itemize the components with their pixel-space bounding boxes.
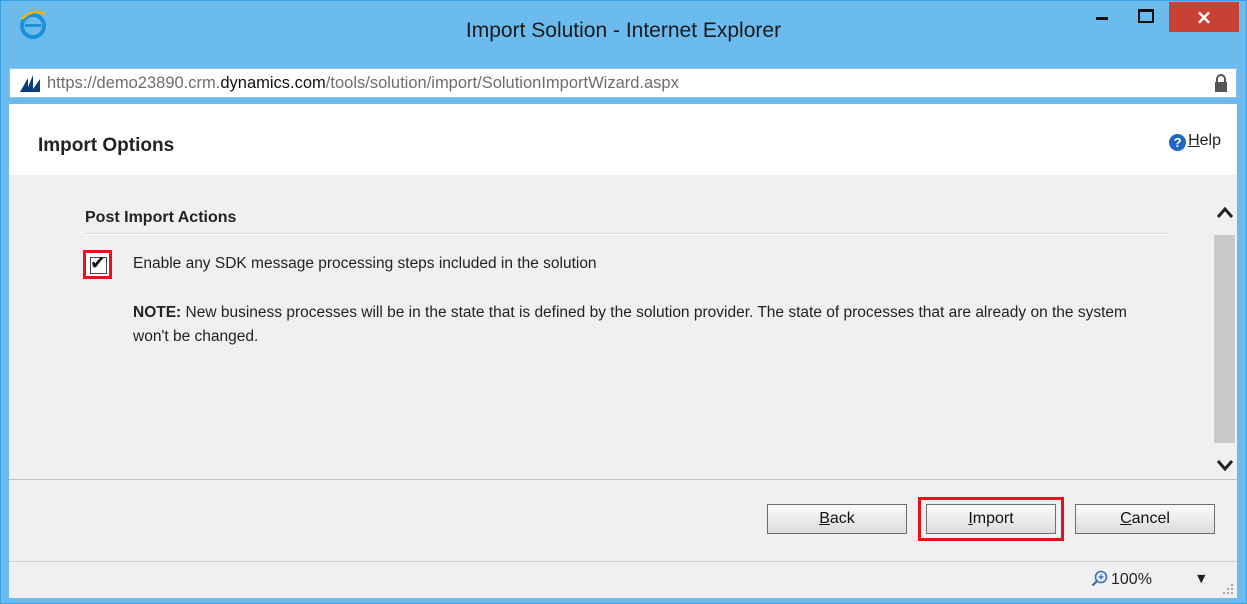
note-bold: NOTE: [133, 304, 182, 321]
chevron-up-icon[interactable] [1215, 203, 1235, 223]
import-highlight: Import [918, 497, 1064, 541]
dialog-footer: Back Import Cancel [9, 479, 1237, 562]
help-icon: ? [1169, 134, 1187, 151]
minimize-icon [1096, 17, 1108, 20]
section-title: Post Import Actions [85, 209, 237, 226]
dialog-header: Import Options ? Help [9, 104, 1237, 175]
import-button[interactable]: Import [926, 504, 1056, 534]
zoom-control[interactable]: 100% [1091, 570, 1152, 589]
import-button-label: Import [968, 510, 1014, 527]
zoom-dropdown-icon[interactable]: ▼ [1197, 572, 1205, 585]
checkbox-label[interactable]: Enable any SDK message processing steps … [133, 255, 597, 273]
enable-sdk-steps-checkbox[interactable]: ✔ [90, 252, 107, 274]
minimize-button[interactable] [1083, 1, 1121, 33]
vertical-scrollbar[interactable] [1212, 193, 1237, 479]
url-domain: dynamics.com [220, 74, 326, 92]
status-bar: 100% ▼ [9, 561, 1237, 598]
options-panel: Post Import Actions ✔ Enable any SDK mes… [9, 175, 1237, 479]
zoom-level: 100% [1111, 571, 1152, 588]
cancel-button-label: Cancel [1120, 510, 1170, 527]
url-text[interactable]: https://demo23890.crm.dynamics.com/tools… [47, 74, 679, 93]
address-bar[interactable]: https://demo23890.crm.dynamics.com/tools… [9, 68, 1237, 98]
note-body: New business processes will be in the st… [133, 304, 1127, 345]
back-button-label: Back [819, 510, 855, 527]
checkmark-icon: ✔ [90, 252, 106, 274]
title-bar: Import Solution - Internet Explorer × [1, 1, 1246, 63]
help-label-rest: elp [1199, 132, 1221, 149]
cancel-button[interactable]: Cancel [1075, 504, 1215, 534]
maximize-button[interactable] [1126, 1, 1164, 33]
scrollbar-thumb[interactable] [1214, 235, 1235, 443]
window-title: Import Solution - Internet Explorer [465, 19, 782, 42]
back-button[interactable]: Back [767, 504, 907, 534]
maximize-icon [1138, 9, 1154, 23]
note-text: NOTE: New business processes will be in … [133, 301, 1133, 349]
lock-icon [1215, 74, 1227, 92]
close-icon: × [1195, 5, 1213, 29]
help-label: H [1188, 132, 1200, 149]
page-title: Import Options [38, 135, 175, 156]
zoom-icon [1091, 570, 1108, 587]
resize-grip-icon[interactable] [1223, 584, 1233, 594]
checkbox-highlight: ✔ [83, 250, 112, 279]
section-divider [85, 233, 1167, 235]
url-path: /tools/solution/import/SolutionImportWiz… [325, 74, 679, 92]
dynamics-icon [20, 75, 40, 92]
url-prefix: https://demo23890.crm. [47, 74, 221, 92]
close-button[interactable]: × [1169, 2, 1239, 32]
chevron-down-icon[interactable] [1215, 455, 1235, 475]
browser-window: Import Solution - Internet Explorer × ht… [0, 0, 1247, 604]
help-link[interactable]: ? Help [1169, 132, 1221, 151]
dialog-content: Import Options ? Help Post Import Actions… [9, 104, 1237, 562]
